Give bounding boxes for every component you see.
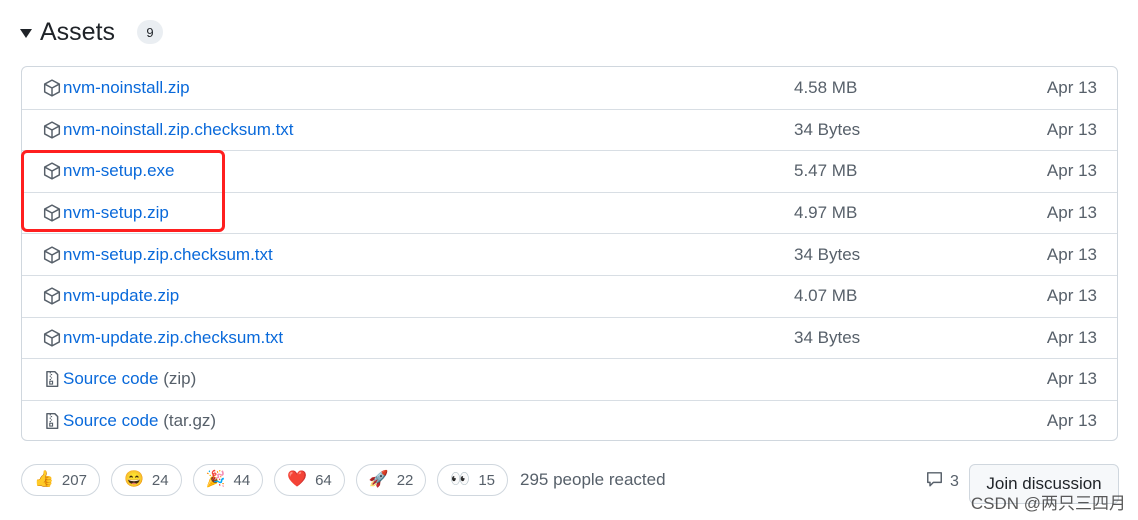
asset-date: Apr 13 — [1046, 327, 1097, 347]
asset-link[interactable]: nvm-setup.zip — [63, 203, 169, 223]
asset-date: Apr 13 — [1046, 411, 1097, 431]
asset-size: 4.97 MB — [794, 203, 858, 223]
asset-row: nvm-setup.exe 5.47 MB Apr 13 — [22, 150, 1117, 192]
reaction-count: 44 — [233, 471, 251, 489]
asset-row: nvm-noinstall.zip 4.58 MB Apr 13 — [22, 67, 1117, 109]
asset-date: Apr 13 — [1046, 119, 1097, 139]
package-icon — [42, 161, 62, 181]
reaction-rocket[interactable]: 🚀 22 — [355, 464, 427, 496]
reaction-count: 24 — [151, 471, 169, 489]
package-icon — [42, 203, 62, 223]
asset-link[interactable]: nvm-setup.exe — [63, 161, 175, 181]
reaction-laugh[interactable]: 😄 24 — [110, 464, 182, 496]
reactions-summary: 295 people reacted — [520, 470, 666, 489]
asset-row: Source code (zip) Apr 13 — [22, 358, 1117, 400]
package-icon — [42, 245, 62, 265]
asset-date: Apr 13 — [1046, 161, 1097, 181]
laugh-icon: 😄 — [123, 471, 144, 488]
asset-row: nvm-setup.zip 4.97 MB Apr 13 — [22, 191, 1117, 234]
asset-size: 5.47 MB — [794, 161, 858, 181]
asset-row: nvm-update.zip 4.07 MB Apr 13 — [22, 274, 1117, 317]
watermark: CSDN @两只三四月 — [970, 494, 1126, 513]
package-icon — [42, 286, 62, 306]
comment-icon — [925, 470, 950, 493]
asset-size: 4.58 MB — [794, 77, 858, 97]
assets-count-badge: 9 — [137, 20, 164, 44]
file-zip-icon — [42, 369, 62, 389]
assets-title: Assets — [40, 17, 116, 46]
rocket-icon: 🚀 — [368, 471, 389, 488]
asset-size: 4.07 MB — [794, 286, 858, 306]
asset-link[interactable]: nvm-update.zip — [63, 286, 179, 306]
reaction-heart[interactable]: ❤️ 64 — [274, 464, 345, 496]
asset-row: nvm-update.zip.checksum.txt 34 Bytes Apr… — [22, 316, 1117, 359]
comment-count-value: 3 — [950, 472, 959, 490]
reaction-hooray[interactable]: 🎉 44 — [192, 464, 264, 496]
asset-size: 34 Bytes — [794, 244, 861, 264]
asset-link[interactable]: nvm-setup.zip.checksum.txt — [63, 245, 273, 265]
reaction-count: 207 — [61, 471, 87, 489]
asset-date: Apr 13 — [1046, 77, 1097, 97]
file-zip-icon — [42, 411, 62, 431]
asset-size: 34 Bytes — [794, 327, 861, 347]
reaction-eyes[interactable]: 👀 15 — [437, 464, 508, 496]
package-icon — [42, 78, 62, 98]
asset-size: 34 Bytes — [794, 119, 861, 139]
reaction-count: 64 — [315, 471, 332, 489]
package-icon — [42, 328, 62, 348]
reactions-bar: 👍 207 😄 24 🎉 44 ❤️ 64 🚀 22 👀 15 295 peop… — [21, 463, 666, 497]
asset-date: Apr 13 — [1046, 286, 1097, 306]
asset-row: nvm-setup.zip.checksum.txt 34 Bytes Apr … — [22, 233, 1117, 275]
asset-list: nvm-noinstall.zip 4.58 MB Apr 13 nvm-noi… — [21, 66, 1118, 441]
package-icon — [42, 120, 62, 140]
caret-down-icon[interactable] — [20, 28, 32, 38]
source-code-zip-link[interactable]: Source code (zip) — [63, 369, 196, 389]
heart-icon: ❤️ — [287, 471, 308, 488]
asset-link[interactable]: nvm-noinstall.zip.checksum.txt — [63, 120, 294, 140]
reaction-count: 22 — [396, 471, 414, 489]
asset-link[interactable]: nvm-update.zip.checksum.txt — [63, 328, 283, 348]
thumbs-up-icon: 👍 — [34, 471, 54, 488]
asset-link[interactable]: nvm-noinstall.zip — [63, 78, 190, 98]
hooray-icon: 🎉 — [205, 471, 226, 488]
assets-header[interactable]: Assets 9 — [20, 12, 164, 52]
asset-date: Apr 13 — [1046, 369, 1097, 389]
comment-count[interactable]: 3 — [925, 470, 959, 493]
asset-date: Apr 13 — [1046, 203, 1097, 223]
reaction-thumbs-up[interactable]: 👍 207 — [21, 464, 100, 496]
asset-row: nvm-noinstall.zip.checksum.txt 34 Bytes … — [22, 108, 1117, 151]
eyes-icon: 👀 — [450, 471, 471, 488]
reaction-count: 15 — [478, 471, 495, 489]
asset-date: Apr 13 — [1046, 244, 1097, 264]
asset-row: Source code (tar.gz) Apr 13 — [22, 399, 1117, 440]
source-code-targz-link[interactable]: Source code (tar.gz) — [63, 411, 216, 431]
